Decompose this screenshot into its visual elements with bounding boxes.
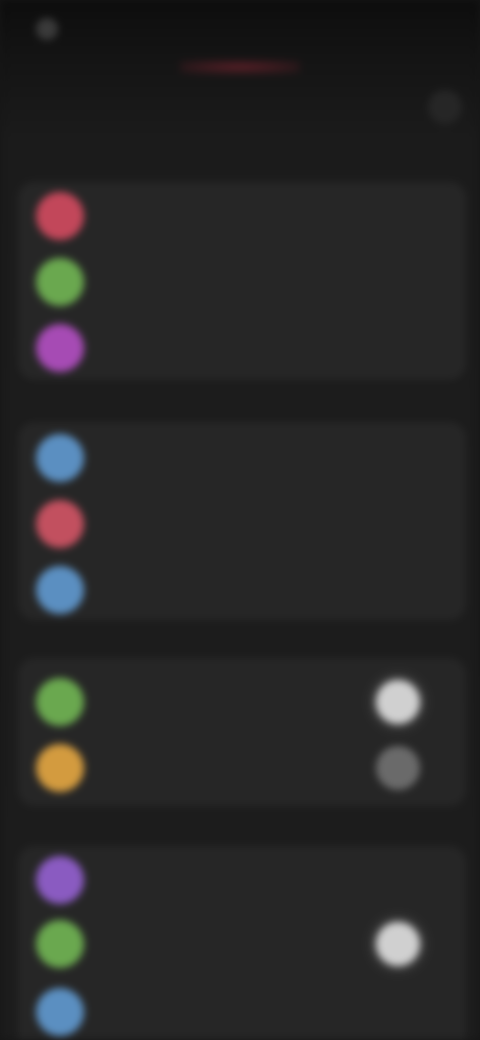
settings-row[interactable] — [18, 670, 466, 734]
toggle-switch[interactable] — [376, 922, 420, 966]
settings-row-icon — [36, 744, 84, 792]
settings-row[interactable] — [18, 250, 466, 314]
status-indicator-icon — [36, 18, 58, 40]
settings-row-label — [100, 1000, 184, 1024]
toggle-switch[interactable] — [376, 746, 420, 790]
settings-row-label — [100, 270, 290, 294]
settings-group-4 — [18, 846, 466, 1040]
settings-row-label — [100, 868, 190, 892]
header-accent — [180, 60, 300, 74]
settings-row-icon — [36, 258, 84, 306]
settings-group-3 — [18, 658, 466, 806]
settings-row[interactable] — [18, 492, 466, 556]
settings-row[interactable] — [18, 848, 466, 912]
settings-group-2 — [18, 422, 466, 620]
settings-row-icon — [36, 920, 84, 968]
status-time — [66, 18, 110, 38]
settings-row[interactable] — [18, 912, 466, 976]
settings-row-label — [100, 204, 230, 228]
settings-row-icon — [36, 500, 84, 548]
settings-row-label — [100, 336, 240, 360]
settings-row-label — [100, 756, 270, 780]
toggle-switch[interactable] — [376, 680, 420, 724]
settings-row[interactable] — [18, 736, 466, 800]
settings-screen — [0, 0, 480, 1040]
settings-row-icon — [36, 678, 84, 726]
settings-row-icon — [36, 988, 84, 1036]
settings-row[interactable] — [18, 426, 466, 490]
settings-row-icon — [36, 192, 84, 240]
settings-row-icon — [36, 856, 84, 904]
settings-row-icon — [36, 324, 84, 372]
settings-row[interactable] — [18, 980, 466, 1040]
status-bar — [0, 0, 480, 56]
settings-row-icon — [36, 434, 84, 482]
more-options-icon[interactable] — [428, 90, 462, 124]
settings-row[interactable] — [18, 184, 466, 248]
settings-row[interactable] — [18, 558, 466, 622]
page-title — [196, 86, 296, 122]
settings-row-label — [100, 690, 220, 714]
settings-row[interactable] — [18, 316, 466, 380]
settings-row-label — [100, 578, 196, 602]
settings-row-icon — [36, 566, 84, 614]
settings-row-label — [100, 446, 210, 470]
settings-row-label — [100, 932, 228, 956]
settings-group-1 — [18, 182, 466, 380]
header — [0, 56, 480, 176]
settings-row-label — [100, 512, 170, 536]
